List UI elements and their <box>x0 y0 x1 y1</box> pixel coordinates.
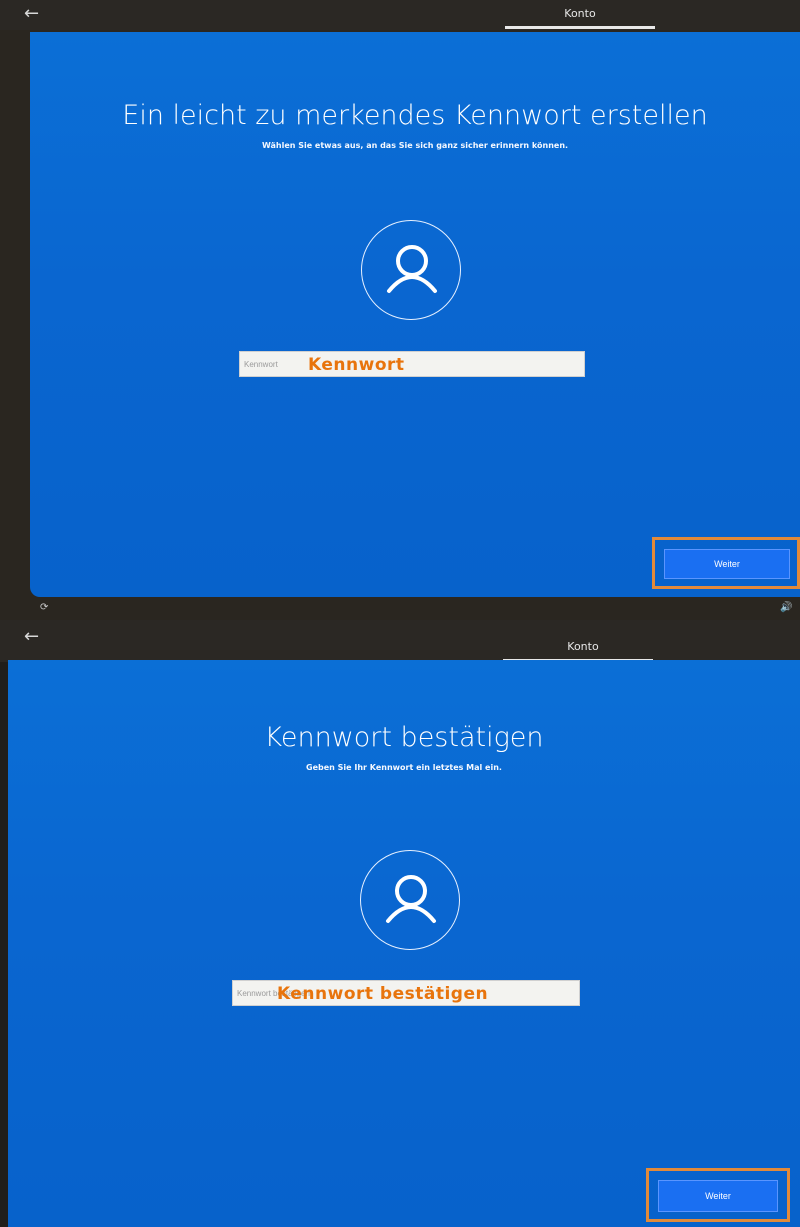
top-bar: ← Konto <box>0 0 800 30</box>
setup-panel: Kennwort bestätigen Geben Sie Ihr Kennwo… <box>8 660 800 1227</box>
back-arrow-icon[interactable]: ← <box>24 626 39 648</box>
setup-panel: Ein leicht zu merkendes Kennwort erstell… <box>30 32 800 597</box>
top-bar: ← Konto <box>0 620 800 662</box>
page-subtitle: Geben Sie Ihr Kennwort ein letztes Mal e… <box>306 763 502 772</box>
confirm-password-field[interactable]: Kennwort bestätigen Kennwort bestätigen <box>232 980 580 1006</box>
screen-confirm-password: ← Konto Kennwort bestätigen Geben Sie Ih… <box>0 620 800 1227</box>
back-arrow-icon[interactable]: ← <box>24 3 39 25</box>
next-button[interactable]: Weiter <box>664 549 790 579</box>
user-avatar <box>361 220 461 320</box>
tab-konto[interactable]: Konto <box>510 7 650 20</box>
user-icon <box>386 875 436 923</box>
user-avatar <box>360 850 460 950</box>
next-button[interactable]: Weiter <box>658 1180 778 1212</box>
page-subtitle: Wählen Sie etwas aus, an das Sie sich ga… <box>261 141 569 150</box>
volume-icon[interactable]: 🔊 <box>780 602 792 613</box>
password-placeholder: Kennwort <box>244 360 278 369</box>
password-field[interactable]: Kennwort Kennwort <box>239 351 585 377</box>
page-title: Kennwort bestätigen <box>264 722 544 753</box>
password-annotation: Kennwort <box>308 355 405 375</box>
confirm-password-annotation: Kennwort bestätigen <box>277 984 489 1004</box>
tab-underline <box>505 26 655 29</box>
user-icon <box>387 245 437 293</box>
tab-konto[interactable]: Konto <box>513 640 653 653</box>
ease-of-access-icon[interactable]: ⟳ <box>40 602 48 613</box>
page-title: Ein leicht zu merkendes Kennwort erstell… <box>122 100 708 131</box>
screen-create-password: ← Konto Ein leicht zu merkendes Kennwort… <box>0 0 800 620</box>
